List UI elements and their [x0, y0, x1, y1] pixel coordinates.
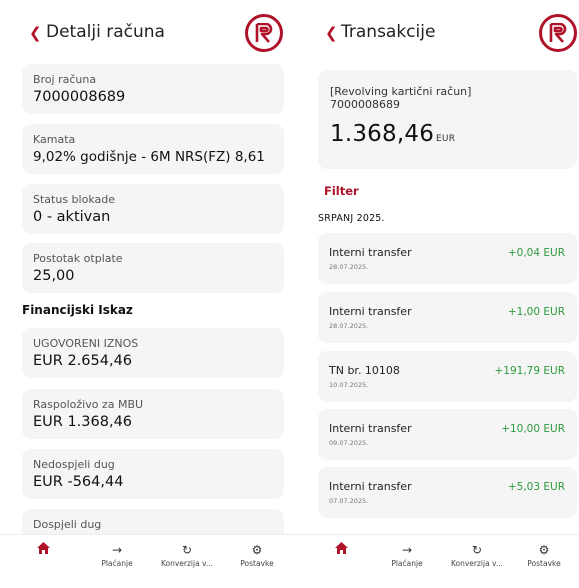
- back-chevron-icon[interactable]: ❮: [325, 24, 338, 42]
- tab-label: Konverzija v...: [160, 559, 214, 568]
- transaction-amount: +191,79 EUR: [494, 365, 566, 377]
- arrow-right-icon: →: [111, 543, 123, 557]
- transactions-screen: ❮ Transakcije [Revolving kartični račun]…: [296, 0, 579, 588]
- field-label: Nedospjeli dug: [33, 458, 115, 471]
- transaction-date: 09.07.2025.: [329, 439, 369, 447]
- field-value: 7000008689: [33, 89, 126, 105]
- field-value: 0 - aktivan: [33, 209, 111, 225]
- tab-label: Konverzija v...: [450, 559, 504, 568]
- field-value: 25,00: [33, 268, 75, 284]
- tab-settings[interactable]: ⚙ Postavke: [509, 535, 579, 588]
- refresh-icon: ↻: [181, 543, 193, 557]
- field-contracted-amount: UGOVORENI IZNOS EUR 2.654,46: [22, 328, 284, 378]
- transaction-description: TN br. 10108: [329, 364, 400, 377]
- field-block-status: Status blokade 0 - aktivan: [22, 184, 284, 234]
- field-label: UGOVORENI IZNOS: [33, 337, 139, 350]
- refresh-icon: ↻: [471, 543, 483, 557]
- field-label: Status blokade: [33, 193, 115, 206]
- transaction-amount: +10,00 EUR: [501, 423, 565, 435]
- transaction-description: Interni transfer: [329, 480, 412, 493]
- tab-label: Plaćanje: [101, 559, 133, 568]
- header: ❮ Transakcije: [296, 0, 579, 62]
- field-interest: Kamata 9,02% godišnje - 6M NRS(FZ) 8,61: [22, 124, 284, 174]
- account-number: 7000008689: [330, 98, 400, 111]
- transaction-date: 10.07.2025.: [329, 381, 369, 389]
- transaction-row[interactable]: Interni transfer 09.07.2025. +10,00 EUR: [318, 409, 577, 460]
- field-label: Kamata: [33, 133, 76, 146]
- transaction-date: 07.07.2025.: [329, 497, 369, 505]
- transaction-row[interactable]: Interni transfer 28.07.2025. +0,04 EUR: [318, 233, 577, 284]
- transaction-row[interactable]: TN br. 10108 10.07.2025. +191,79 EUR: [318, 351, 577, 402]
- field-label: Dospjeli dug: [33, 518, 102, 531]
- section-title: Financijski Iskaz: [22, 303, 133, 317]
- transaction-description: Interni transfer: [329, 246, 412, 259]
- filter-link[interactable]: Filter: [324, 184, 359, 198]
- tab-home[interactable]: [8, 535, 78, 588]
- tab-label: Postavke: [527, 559, 561, 568]
- transaction-row[interactable]: Interni transfer 28.07.2025. +1,00 EUR: [318, 292, 577, 343]
- page-title: Detalji računa: [46, 22, 165, 42]
- gear-icon: ⚙: [251, 543, 263, 557]
- balance-value: 1.368,46: [330, 121, 435, 147]
- transaction-date: 28.07.2025.: [329, 263, 369, 271]
- transaction-amount: +0,04 EUR: [507, 247, 565, 259]
- header: ❮ Detalji računa: [0, 0, 296, 62]
- tab-label: Postavke: [240, 559, 274, 568]
- transaction-description: Interni transfer: [329, 305, 412, 318]
- field-label: Postotak otplate: [33, 252, 123, 265]
- balance-amount: 1.368,46 EUR: [330, 121, 565, 147]
- tab-home[interactable]: [306, 535, 376, 588]
- account-name: [Revolving kartični račun]: [330, 85, 472, 98]
- field-value: EUR 2.654,46: [33, 353, 133, 369]
- bank-logo-icon: [539, 14, 577, 52]
- gear-icon: ⚙: [538, 543, 550, 557]
- tab-settings[interactable]: ⚙ Postavke: [222, 535, 292, 588]
- field-label: Broj računa: [33, 73, 97, 86]
- tab-label: Plaćanje: [391, 559, 423, 568]
- home-icon: [306, 541, 376, 559]
- arrow-right-icon: →: [401, 543, 413, 557]
- field-value: EUR -564,44: [33, 474, 124, 490]
- field-account-number: Broj računa 7000008689: [22, 64, 284, 114]
- balance-currency: EUR: [436, 134, 456, 144]
- field-value: EUR 1.368,46: [33, 414, 133, 430]
- tab-conversion[interactable]: ↻ Konverzija v...: [152, 535, 222, 588]
- field-undue-debt: Nedospjeli dug EUR -564,44: [22, 449, 284, 499]
- account-details-screen: ❮ Detalji računa Broj računa 7000008689 …: [0, 0, 296, 588]
- field-repayment-percent: Postotak otplate 25,00: [22, 243, 284, 293]
- account-balance-card: [Revolving kartični račun] 7000008689 1.…: [318, 70, 577, 169]
- transaction-amount: +5,03 EUR: [507, 481, 565, 493]
- back-chevron-icon[interactable]: ❮: [29, 24, 42, 42]
- page-title: Transakcije: [341, 22, 436, 42]
- transaction-description: Interni transfer: [329, 422, 412, 435]
- tab-payment[interactable]: → Plaćanje: [372, 535, 442, 588]
- transaction-row[interactable]: Interni transfer 07.07.2025. +5,03 EUR: [318, 467, 577, 518]
- transaction-date: 28.07.2025.: [329, 322, 369, 330]
- tab-conversion[interactable]: ↻ Konverzija v...: [442, 535, 512, 588]
- bottom-tab-bar: → Plaćanje ↻ Konverzija v... ⚙ Postavke: [296, 534, 579, 588]
- tab-payment[interactable]: → Plaćanje: [82, 535, 152, 588]
- field-available: Raspoloživo za MBU EUR 1.368,46: [22, 389, 284, 439]
- home-icon: [8, 541, 78, 559]
- bank-logo-icon: [245, 14, 283, 52]
- month-header: SRPANJ 2025.: [318, 213, 385, 224]
- transaction-amount: +1,00 EUR: [507, 306, 565, 318]
- bottom-tab-bar: → Plaćanje ↻ Konverzija v... ⚙ Postavke: [0, 534, 296, 588]
- field-label: Raspoloživo za MBU: [33, 398, 144, 411]
- field-value: 9,02% godišnje - 6M NRS(FZ) 8,61: [33, 149, 265, 165]
